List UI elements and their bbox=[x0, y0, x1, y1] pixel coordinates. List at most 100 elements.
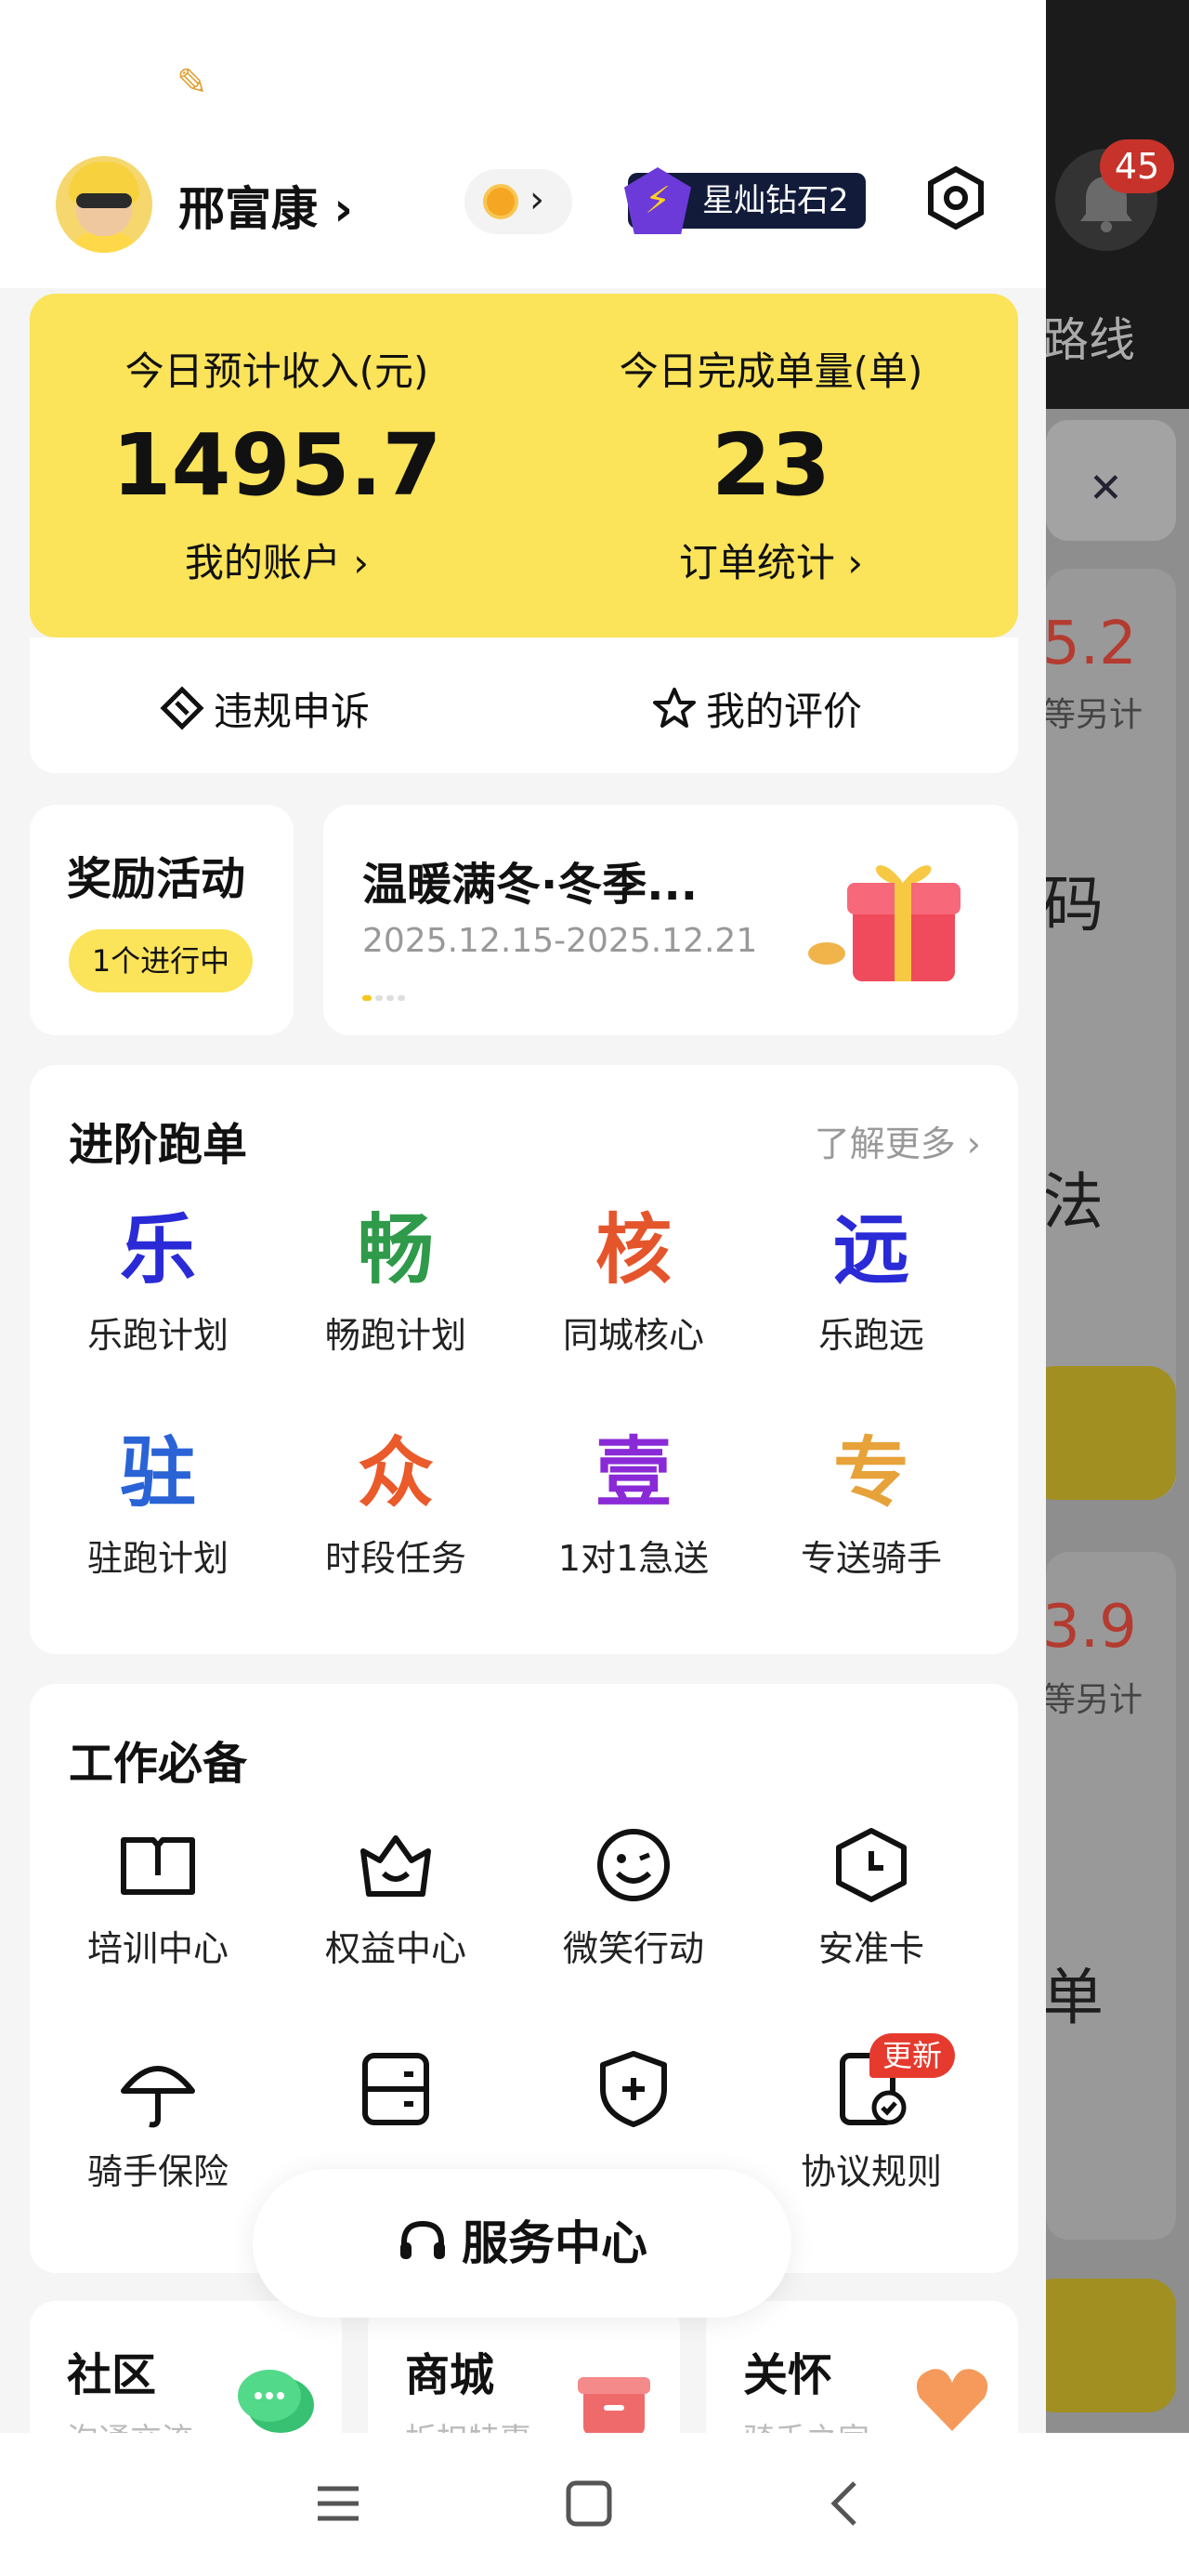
advanced-item-label: 时段任务 bbox=[324, 1538, 466, 1579]
appeal-button[interactable]: 违规申诉 bbox=[160, 680, 370, 737]
home-square-icon[interactable] bbox=[561, 2476, 617, 2531]
chevron-right-icon: › bbox=[318, 182, 354, 236]
star-icon bbox=[653, 688, 696, 728]
city-core-icon: 核 bbox=[594, 1206, 672, 1295]
lepao-icon: 乐 bbox=[119, 1206, 196, 1295]
carousel-dots bbox=[362, 987, 409, 1005]
chevron-right-icon: › bbox=[955, 1124, 981, 1164]
order-stats-link-text: 订单统计 bbox=[678, 540, 835, 585]
service-center-label: 服务中心 bbox=[462, 2216, 647, 2270]
shop-box-icon bbox=[578, 2377, 650, 2435]
promo-title: 温暖满冬·冬季... bbox=[362, 859, 698, 911]
settings-gear-icon[interactable] bbox=[923, 165, 988, 230]
update-badge: 更新 bbox=[869, 2033, 955, 2078]
work-item-insurance[interactable]: 骑手保险 bbox=[39, 2046, 277, 2194]
user-name-text: 邢富康 bbox=[178, 182, 318, 236]
close-icon[interactable]: ✕ bbox=[1089, 465, 1123, 512]
smile-icon bbox=[597, 1829, 670, 1901]
avatar[interactable] bbox=[56, 156, 152, 253]
card-icon bbox=[362, 2053, 429, 2125]
advanced-item-lepao[interactable]: 乐乐跑计划 bbox=[39, 1204, 277, 1358]
advanced-title: 进阶跑单 bbox=[69, 1119, 248, 1171]
advanced-item-changpao[interactable]: 畅畅跑计划 bbox=[277, 1204, 515, 1358]
shield-plus-icon bbox=[600, 2051, 667, 2127]
advanced-item-label: 专送骑手 bbox=[800, 1538, 942, 1579]
orders-column[interactable]: 今日完成单量(单) 23 订单统计 › bbox=[524, 340, 1018, 588]
rewards-title: 奖励活动 bbox=[67, 853, 246, 905]
advanced-item-zhupao[interactable]: 驻驻跑计划 bbox=[39, 1427, 277, 1581]
advanced-item-label: 乐跑远 bbox=[817, 1315, 924, 1356]
income-column[interactable]: 今日预计收入(元) 1495.7 我的账户 › bbox=[30, 340, 524, 588]
user-name[interactable]: 邢富康 › bbox=[178, 172, 353, 239]
system-nav-bar bbox=[0, 2433, 1189, 2576]
work-item-label: 协议规则 bbox=[800, 2151, 942, 2192]
advanced-item-label: 同城核心 bbox=[562, 1315, 704, 1356]
advanced-item-city-core[interactable]: 核同城核心 bbox=[515, 1204, 752, 1358]
my-account-link-text: 我的账户 bbox=[184, 540, 341, 585]
gift-icon bbox=[808, 865, 960, 981]
work-essentials-title: 工作必备 bbox=[69, 1738, 248, 1790]
background-subtext: 等另计 bbox=[1046, 696, 1143, 734]
coin-icon bbox=[483, 184, 518, 219]
work-item-safety-card[interactable]: 安准卡 bbox=[752, 1823, 990, 1971]
diamond-icon: ⚡ bbox=[624, 167, 691, 234]
rewards-status-badge: 1个进行中 bbox=[69, 929, 253, 992]
appeal-label: 违规申诉 bbox=[214, 689, 371, 734]
work-item-label: 微笑行动 bbox=[562, 1928, 704, 1969]
promo-date: 2025.12.15-2025.12.21 bbox=[362, 922, 758, 960]
orders-value: 23 bbox=[711, 415, 831, 515]
menu-icon[interactable] bbox=[310, 2476, 366, 2531]
my-review-button[interactable]: 我的评价 bbox=[652, 680, 862, 737]
work-item-benefits[interactable]: 权益中心 bbox=[277, 1823, 515, 1971]
advanced-item-label: 驻跑计划 bbox=[86, 1538, 229, 1579]
work-item-label: 权益中心 bbox=[324, 1928, 466, 1969]
side-drawer: ✎ 邢富康 › › ⚡ 星灿钻石2 今日预计收入(元) 1495.7 我的账户 … bbox=[0, 0, 1046, 2576]
background-button bbox=[1046, 2279, 1176, 2412]
work-item-smile[interactable]: 微笑行动 bbox=[515, 1823, 752, 1971]
background-route-label: 路线 bbox=[1046, 313, 1135, 367]
heart-icon bbox=[916, 2369, 988, 2431]
earnings-card: 今日预计收入(元) 1495.7 我的账户 › 今日完成单量(单) 23 订单统… bbox=[30, 294, 1018, 637]
advanced-item-time-task[interactable]: 众时段任务 bbox=[277, 1427, 515, 1581]
dedicated-icon: 专 bbox=[832, 1429, 909, 1518]
my-account-link[interactable]: 我的账户 › bbox=[30, 532, 524, 588]
notification-badge: 45 bbox=[1100, 139, 1174, 193]
coin-button[interactable]: › bbox=[464, 169, 572, 234]
quick-actions: 违规申诉 我的评价 bbox=[30, 637, 1018, 773]
lepao-far-icon: 远 bbox=[832, 1206, 909, 1295]
changpao-icon: 畅 bbox=[357, 1206, 434, 1295]
zhupao-icon: 驻 bbox=[119, 1429, 196, 1518]
advanced-section: 进阶跑单 了解更多 › 乐乐跑计划 畅畅跑计划 核同城核心 远乐跑远 驻驻跑计划… bbox=[30, 1065, 1018, 1654]
order-stats-link[interactable]: 订单统计 › bbox=[524, 532, 1018, 588]
chevron-right-icon: › bbox=[529, 178, 544, 221]
advanced-item-one-to-one[interactable]: 壹 1对1急送 bbox=[515, 1427, 752, 1581]
promo-banner[interactable]: 温暖满冬·冬季... 2025.12.15-2025.12.21 bbox=[323, 805, 1018, 1035]
work-item-training[interactable]: 培训中心 bbox=[39, 1823, 277, 1971]
back-icon[interactable] bbox=[817, 2476, 873, 2531]
one-to-one-icon: 壹 bbox=[594, 1429, 672, 1518]
background-text: 单 bbox=[1046, 1962, 1104, 2033]
headset-icon bbox=[400, 2220, 445, 2259]
background-text: 法 bbox=[1046, 1166, 1104, 1238]
crown-icon bbox=[360, 1835, 431, 1897]
work-item-label: 安准卡 bbox=[817, 1928, 924, 1969]
advanced-item-dedicated[interactable]: 专专送骑手 bbox=[752, 1427, 990, 1581]
care-title: 关怀 bbox=[743, 2349, 833, 2401]
appeal-icon bbox=[160, 686, 204, 730]
level-badge[interactable]: ⚡ 星灿钻石2 bbox=[624, 167, 866, 234]
work-item-shield[interactable] bbox=[515, 2046, 752, 2143]
work-item-label: 培训中心 bbox=[86, 1928, 229, 1969]
service-center-button[interactable]: 服务中心 bbox=[253, 2169, 791, 2318]
work-item-card[interactable] bbox=[277, 2046, 515, 2143]
learn-more-link[interactable]: 了解更多 › bbox=[815, 1115, 981, 1166]
rewards-card[interactable]: 奖励活动 1个进行中 bbox=[30, 805, 294, 1035]
work-item-label: 骑手保险 bbox=[86, 2151, 229, 2192]
background-text: 码 bbox=[1046, 869, 1104, 940]
advanced-item-label: 乐跑计划 bbox=[86, 1315, 229, 1356]
learn-more-text: 了解更多 bbox=[814, 1124, 956, 1164]
time-task-icon: 众 bbox=[357, 1429, 434, 1518]
advanced-item-lepao-far[interactable]: 远乐跑远 bbox=[752, 1204, 990, 1358]
background-amount: 3.9 bbox=[1046, 1593, 1137, 1662]
status-bar: ✎ bbox=[0, 0, 1046, 139]
my-review-label: 我的评价 bbox=[706, 689, 863, 734]
